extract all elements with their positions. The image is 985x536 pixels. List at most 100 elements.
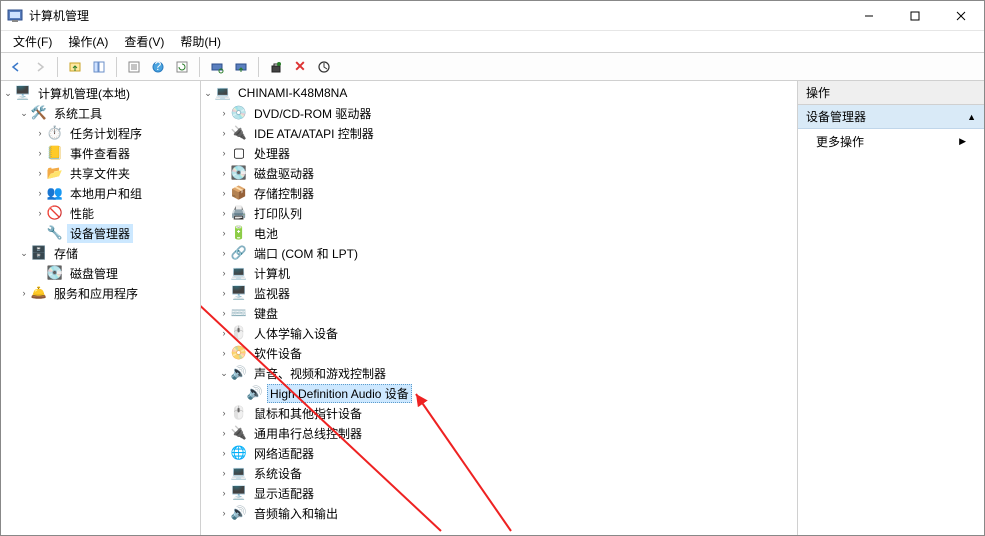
device-category[interactable]: ›🔋电池: [201, 223, 797, 243]
device-category[interactable]: ›🔌IDE ATA/ATAPI 控制器: [201, 123, 797, 143]
console-item[interactable]: ›⏱️任务计划程序: [1, 123, 200, 143]
device-item[interactable]: ›🔊High Definition Audio 设备: [201, 383, 797, 403]
console-item[interactable]: ›🚫性能: [1, 203, 200, 223]
device-category[interactable]: ›🖱️人体学输入设备: [201, 323, 797, 343]
device-category[interactable]: ›🔌通用串行总线控制器: [201, 423, 797, 443]
console-item[interactable]: ›📂共享文件夹: [1, 163, 200, 183]
device-category[interactable]: ›🔗端口 (COM 和 LPT): [201, 243, 797, 263]
menu-view[interactable]: 查看(V): [116, 31, 172, 52]
expand-icon[interactable]: ›: [217, 326, 231, 340]
device-category[interactable]: ›💿DVD/CD-ROM 驱动器: [201, 103, 797, 123]
device-category[interactable]: ›📦存储控制器: [201, 183, 797, 203]
expand-icon[interactable]: ›: [217, 466, 231, 480]
expand-icon[interactable]: ›: [217, 126, 231, 140]
device-root[interactable]: ⌄💻CHINAMI-K48M8NA: [201, 83, 797, 103]
device-category[interactable]: ›💻系统设备: [201, 463, 797, 483]
expand-icon[interactable]: ›: [217, 226, 231, 240]
help-button[interactable]: ?: [147, 56, 169, 78]
collapse-icon[interactable]: ⌄: [217, 366, 231, 380]
actions-section-title[interactable]: 设备管理器 ▲: [798, 105, 984, 129]
expand-icon[interactable]: ›: [217, 486, 231, 500]
device-category[interactable]: ›▢处理器: [201, 143, 797, 163]
console-item[interactable]: ›🛎️服务和应用程序: [1, 283, 200, 303]
expand-icon[interactable]: ›: [217, 146, 231, 160]
menu-file[interactable]: 文件(F): [5, 31, 60, 52]
console-item[interactable]: ›🔧设备管理器: [1, 223, 200, 243]
collapse-icon[interactable]: ⌄: [1, 86, 15, 100]
properties-button[interactable]: [123, 56, 145, 78]
tree-item-label: 性能: [67, 204, 97, 223]
console-root[interactable]: ⌄🖥️计算机管理(本地): [1, 83, 200, 103]
show-hide-tree-button[interactable]: [88, 56, 110, 78]
tree-item-label: IDE ATA/ATAPI 控制器: [251, 124, 377, 143]
expand-icon[interactable]: ›: [217, 286, 231, 300]
expand-icon[interactable]: ›: [217, 106, 231, 120]
update-driver-button[interactable]: [230, 56, 252, 78]
scan-hardware-button[interactable]: [206, 56, 228, 78]
expand-icon[interactable]: ›: [217, 506, 231, 520]
device-category[interactable]: ›🖥️监视器: [201, 283, 797, 303]
tree-item-label: 处理器: [251, 144, 293, 163]
expand-icon[interactable]: ›: [33, 126, 47, 140]
expand-icon[interactable]: ›: [217, 306, 231, 320]
device-category[interactable]: ›💽磁盘驱动器: [201, 163, 797, 183]
menu-help[interactable]: 帮助(H): [172, 31, 229, 52]
collapse-icon[interactable]: ⌄: [17, 246, 31, 260]
expand-icon[interactable]: ›: [217, 406, 231, 420]
expand-icon[interactable]: ›: [217, 346, 231, 360]
expand-icon[interactable]: ›: [33, 206, 47, 220]
menu-action[interactable]: 操作(A): [60, 31, 116, 52]
audio-icon: 🔊: [247, 385, 263, 401]
console-item[interactable]: ›👥本地用户和组: [1, 183, 200, 203]
expand-icon[interactable]: ›: [217, 426, 231, 440]
device-icon: 🔊: [231, 365, 247, 381]
expand-icon[interactable]: ›: [217, 166, 231, 180]
refresh-button[interactable]: [171, 56, 193, 78]
device-category[interactable]: ›🖱️鼠标和其他指针设备: [201, 403, 797, 423]
expand-icon[interactable]: ›: [17, 286, 31, 300]
minimize-button[interactable]: [846, 1, 892, 31]
expand-icon[interactable]: ›: [33, 166, 47, 180]
device-tree-pane[interactable]: ⌄💻CHINAMI-K48M8NA›💿DVD/CD-ROM 驱动器›🔌IDE A…: [201, 81, 798, 535]
expand-icon[interactable]: ›: [217, 206, 231, 220]
expand-icon[interactable]: ›: [217, 246, 231, 260]
expand-icon[interactable]: ›: [217, 266, 231, 280]
more-actions[interactable]: 更多操作 ▶: [798, 129, 984, 154]
device-category[interactable]: ⌄🔊声音、视频和游戏控制器: [201, 363, 797, 383]
disable-button[interactable]: ✕: [289, 56, 311, 78]
back-button[interactable]: [5, 56, 27, 78]
device-icon: 🌐: [231, 445, 247, 461]
close-button[interactable]: [938, 1, 984, 31]
collapse-icon[interactable]: ⌄: [17, 106, 31, 120]
expand-icon[interactable]: ›: [217, 186, 231, 200]
device-category[interactable]: ›🖨️打印队列: [201, 203, 797, 223]
forward-button[interactable]: [29, 56, 51, 78]
console-item[interactable]: ›📒事件查看器: [1, 143, 200, 163]
device-category[interactable]: ›🖥️显示适配器: [201, 483, 797, 503]
uninstall-button[interactable]: [265, 56, 287, 78]
device-category[interactable]: ›⌨️键盘: [201, 303, 797, 323]
console-item[interactable]: ›💽磁盘管理: [1, 263, 200, 283]
expand-icon[interactable]: ›: [217, 446, 231, 460]
device-icon: 📀: [231, 345, 247, 361]
maximize-button[interactable]: [892, 1, 938, 31]
device-category[interactable]: ›🌐网络适配器: [201, 443, 797, 463]
console-item[interactable]: ⌄🗄️存储: [1, 243, 200, 263]
device-icon: 🖥️: [231, 485, 247, 501]
tree-item-label: 人体学输入设备: [251, 324, 341, 343]
tree-item-label: 本地用户和组: [67, 184, 145, 203]
up-button[interactable]: [64, 56, 86, 78]
console-tree[interactable]: ⌄🖥️计算机管理(本地)⌄🛠️系统工具›⏱️任务计划程序›📒事件查看器›📂共享文…: [1, 81, 201, 535]
device-category[interactable]: ›📀软件设备: [201, 343, 797, 363]
expand-icon[interactable]: ›: [33, 146, 47, 160]
console-item[interactable]: ⌄🛠️系统工具: [1, 103, 200, 123]
actions-pane-header: 操作: [798, 81, 984, 105]
enable-button[interactable]: [313, 56, 335, 78]
device-category[interactable]: ›💻计算机: [201, 263, 797, 283]
device-category[interactable]: ›🔊音频输入和输出: [201, 503, 797, 523]
tree-item-label: 共享文件夹: [67, 164, 133, 183]
device-icon: 📦: [231, 185, 247, 201]
expand-icon[interactable]: ›: [33, 186, 47, 200]
tool-icon: 🔧: [47, 225, 63, 241]
collapse-icon[interactable]: ⌄: [201, 86, 215, 100]
